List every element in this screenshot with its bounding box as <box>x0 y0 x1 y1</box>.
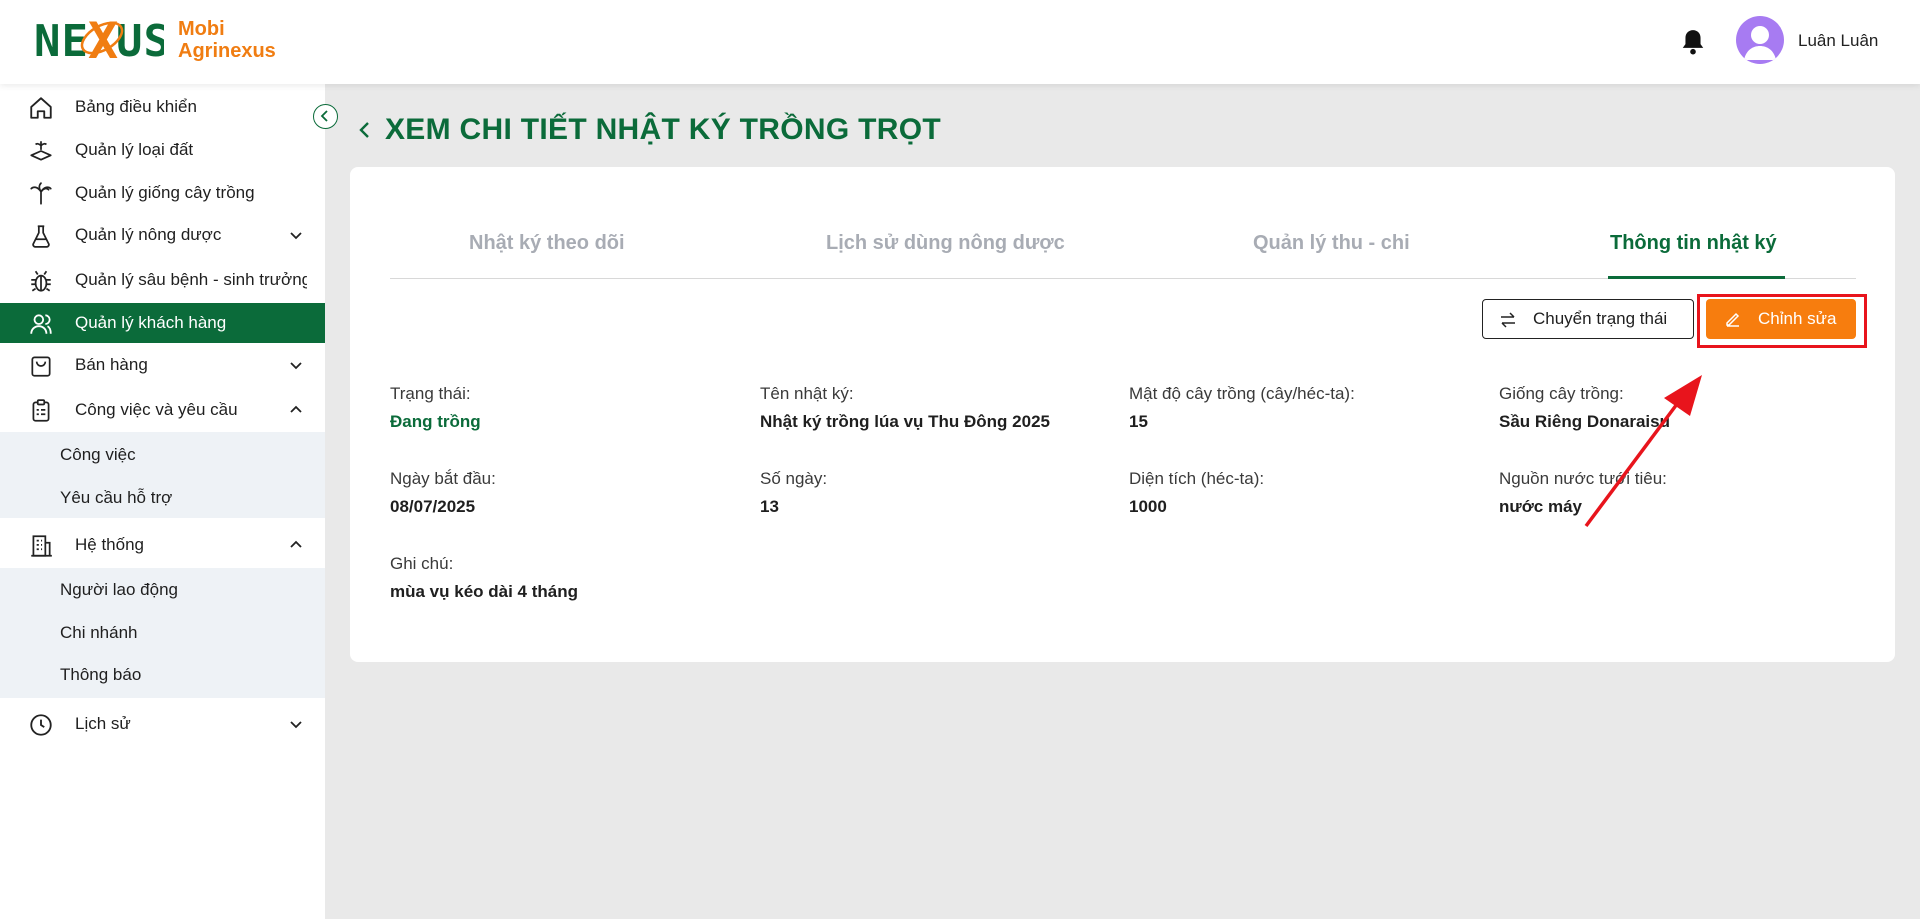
tab-income-expense[interactable]: Quản lý thu - chi <box>1253 232 1410 255</box>
sidebar-item-history[interactable]: Lịch sử <box>0 704 325 744</box>
days-value: 13 <box>760 497 779 516</box>
area-label: Diện tích (héc-ta): <box>1129 469 1265 488</box>
submenu-item-workers[interactable]: Người lao động <box>60 580 178 600</box>
sidebar-item-label: Quản lý sâu bệnh - sinh trưởng <box>75 270 307 289</box>
variety-value: Sầu Riêng Donaraisu <box>1499 412 1670 431</box>
sidebar-item-work[interactable]: Công việc và yêu cầu <box>0 390 325 430</box>
status-value: Đang trồng <box>390 412 481 431</box>
brand-line-2: Agrinexus <box>178 40 276 62</box>
building-icon <box>31 535 52 557</box>
clipboard-icon <box>32 399 50 422</box>
sidebar-collapse-button[interactable] <box>313 104 338 129</box>
tab-bar: Nhật ký theo dõi Lịch sử dùng nông dược … <box>390 224 1856 279</box>
submenu-item-tasks[interactable]: Công việc <box>60 445 136 465</box>
tab-tracking-log[interactable]: Nhật ký theo dõi <box>469 232 625 255</box>
tab-log-info[interactable]: Thông tin nhật ký <box>1610 232 1777 255</box>
top-header: NE X US Mobi Agrinexus Luân Luân <box>0 0 1920 84</box>
log-name-value: Nhật ký trồng lúa vụ Thu Đông 2025 <box>760 412 1050 431</box>
sidebar-item-system[interactable]: Hệ thống <box>0 525 325 565</box>
sidebar-item-pest[interactable]: Quản lý sâu bệnh - sinh trưởng <box>0 260 325 300</box>
water-source-label: Nguồn nước tưới tiêu: <box>1499 469 1667 488</box>
shopping-bag-icon <box>31 356 51 377</box>
chevron-down-icon <box>290 721 302 729</box>
chevron-down-icon <box>290 232 302 240</box>
work-submenu: Công việc Yêu cầu hỗ trợ <box>0 432 325 518</box>
sidebar-item-customers[interactable]: Quản lý khách hàng <box>0 303 325 343</box>
home-icon <box>30 97 52 119</box>
sidebar-item-label: Quản lý nông dược <box>75 225 222 244</box>
status-label: Trạng thái: <box>390 384 471 403</box>
sidebar-item-label: Bán hàng <box>75 355 148 374</box>
log-name-label: Tên nhật ký: <box>760 384 854 403</box>
system-submenu: Người lao động Chi nhánh Thông báo <box>0 568 325 698</box>
user-name[interactable]: Luân Luân <box>1798 31 1878 51</box>
water-source-value: nước máy <box>1499 497 1582 516</box>
flask-icon <box>32 225 50 248</box>
change-status-button[interactable]: Chuyển trạng thái <box>1482 299 1694 339</box>
soil-icon <box>30 141 52 161</box>
back-arrow-icon[interactable] <box>356 120 374 140</box>
sidebar-item-label: Hệ thống <box>75 535 144 554</box>
sidebar-item-label: Bảng điều khiển <box>75 97 197 116</box>
sidebar-item-soil[interactable]: Quản lý loại đất <box>0 130 325 170</box>
submenu-item-support-requests[interactable]: Yêu cầu hỗ trợ <box>60 488 172 508</box>
sidebar-item-label: Công việc và yêu cầu <box>75 400 238 419</box>
edit-button-highlight <box>1697 294 1867 348</box>
sidebar-item-plant-variety[interactable]: Quản lý giống cây trồng <box>0 173 325 213</box>
sidebar-item-label: Quản lý khách hàng <box>75 313 227 332</box>
start-date-label: Ngày bắt đầu: <box>390 469 496 488</box>
page-title: XEM CHI TIẾT NHẬT KÝ TRỒNG TRỌT <box>385 113 941 146</box>
density-value: 15 <box>1129 412 1148 431</box>
palm-tree-icon <box>30 182 52 205</box>
brand-name: Mobi Agrinexus <box>178 18 276 62</box>
bug-icon <box>31 270 51 292</box>
start-date-value: 08/07/2025 <box>390 497 476 516</box>
brand-line-1: Mobi <box>178 18 225 40</box>
users-icon <box>30 314 52 334</box>
chevron-left-icon <box>320 110 328 122</box>
chevron-up-icon <box>290 405 302 413</box>
tab-pesticide-history[interactable]: Lịch sử dùng nông dược <box>826 232 1065 255</box>
brand-logo[interactable]: NE X US Mobi Agrinexus <box>34 14 276 66</box>
bell-icon[interactable] <box>1680 28 1706 56</box>
note-value: mùa vụ kéo dài 4 tháng <box>390 582 578 601</box>
svg-text:US: US <box>116 16 164 66</box>
sidebar-item-pesticide[interactable]: Quản lý nông dược <box>0 215 325 255</box>
sidebar-item-dashboard[interactable]: Bảng điều khiển <box>0 87 325 127</box>
change-status-label: Chuyển trạng thái <box>1533 309 1668 328</box>
swap-icon <box>1501 312 1515 328</box>
sidebar: Bảng điều khiển Quản lý loại đất Quản lý… <box>0 84 325 919</box>
area-value: 1000 <box>1129 497 1167 516</box>
user-avatar-icon[interactable] <box>1736 16 1784 64</box>
active-tab-indicator <box>1608 276 1785 279</box>
note-label: Ghi chú: <box>390 554 454 573</box>
submenu-item-notifications[interactable]: Thông báo <box>60 665 141 685</box>
sidebar-item-label: Quản lý loại đất <box>75 140 194 159</box>
chevron-up-icon <box>290 540 302 548</box>
sidebar-item-label: Lịch sử <box>75 714 131 733</box>
density-label: Mật độ cây trồng (cây/héc-ta): <box>1129 384 1355 403</box>
svg-text:NE: NE <box>34 16 89 66</box>
sidebar-item-sales[interactable]: Bán hàng <box>0 345 325 385</box>
submenu-item-branches[interactable]: Chi nhánh <box>60 623 138 643</box>
clock-icon <box>30 714 52 736</box>
variety-label: Giống cây trồng: <box>1499 384 1624 403</box>
nexus-logo-icon: NE X US <box>34 14 164 66</box>
days-label: Số ngày: <box>760 469 828 488</box>
nexus-logo-mark: NE X US <box>34 14 164 66</box>
chevron-down-icon <box>290 362 302 370</box>
sidebar-item-label: Quản lý giống cây trồng <box>75 183 255 202</box>
